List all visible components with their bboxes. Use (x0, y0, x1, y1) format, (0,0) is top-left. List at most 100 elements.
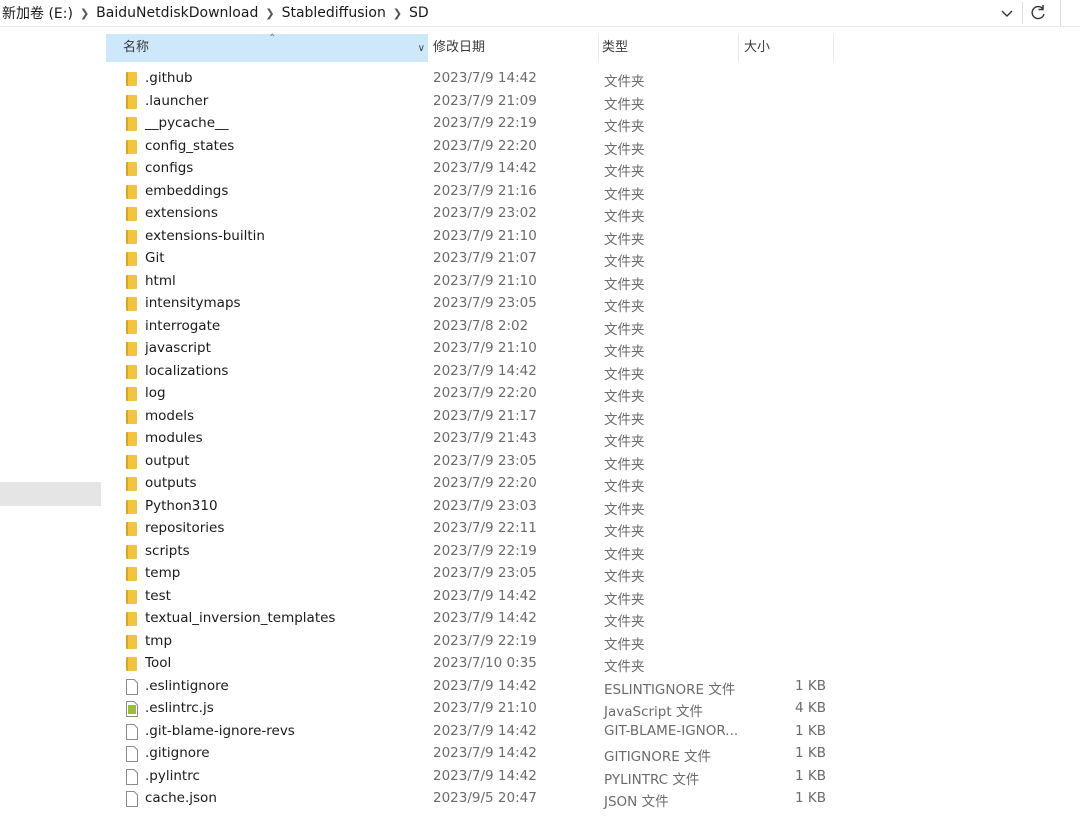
file-type: 文件夹 (604, 186, 645, 203)
file-row[interactable]: outputs 2023/7/9 22:20 文件夹 (104, 473, 844, 496)
file-name: config_states (145, 137, 235, 154)
folder-icon (126, 274, 137, 289)
file-name: repositories (145, 520, 225, 536)
file-row[interactable]: tmp 2023/7/9 22:19 文件夹 (104, 631, 844, 654)
folder-icon (126, 567, 137, 581)
file-type: PYLINTRC 文件 (604, 771, 700, 788)
file-type: GIT-BLAME-IGNOR... (604, 722, 739, 739)
refresh-icon[interactable] (1028, 3, 1048, 23)
file-row[interactable]: modules 2023/7/9 21:43 文件夹 (104, 428, 844, 451)
file-date-modified: 2023/7/9 14:42 (433, 160, 537, 176)
file-name: outputs (145, 475, 197, 491)
file-date-modified: 2023/7/9 14:42 (433, 362, 537, 379)
file-row[interactable]: log 2023/7/9 22:20 文件夹 (104, 383, 844, 406)
breadcrumb-item-drive[interactable]: 新加卷 (E:) (2, 6, 73, 22)
file-row[interactable]: models 2023/7/9 21:17 文件夹 (104, 406, 844, 429)
file-size: 1 KB (795, 722, 826, 739)
javascript-file-icon (126, 701, 138, 717)
search-box[interactable] (1060, 0, 1080, 26)
folder-icon (126, 252, 137, 266)
file-date-modified: 2023/7/10 0:35 (433, 655, 537, 671)
address-bar[interactable]: 新加卷 (E:) ❯ BaiduNetdiskDownload ❯ Stablediff… (0, 0, 1080, 27)
chevron-right-icon[interactable]: ❯ (393, 7, 402, 20)
file-date-modified: 2023/7/9 23:03 (433, 497, 537, 514)
file-name: .gitignore (145, 745, 210, 761)
file-date-modified: 2023/7/9 21:07 (433, 250, 537, 266)
file-name: __pycache__ (145, 115, 229, 131)
file-type: 文件夹 (604, 501, 645, 518)
file-name: Tool (145, 655, 172, 671)
file-row[interactable]: textual_inversion_templates 2023/7/9 14:4… (104, 608, 844, 631)
file-type: 文件夹 (604, 591, 645, 608)
folder-icon (126, 612, 137, 626)
column-header-date[interactable]: 修改日期 (432, 34, 593, 62)
folder-icon (126, 454, 137, 469)
file-row[interactable]: html 2023/7/9 21:10 文件夹 (104, 271, 844, 294)
file-name: .eslintrc.js (145, 700, 214, 716)
file-row[interactable]: .eslintignore 2023/7/9 14:42 ESLINTIGNORE … (104, 676, 844, 699)
file-date-modified: 2023/7/9 22:19 (433, 542, 537, 559)
column-divider[interactable] (598, 34, 599, 62)
file-row[interactable]: .launcher 2023/7/9 21:09 文件夹 (104, 91, 844, 114)
file-date-modified: 2023/7/9 23:05 (433, 295, 537, 311)
chevron-right-icon[interactable]: ❯ (265, 7, 274, 20)
file-row[interactable]: test 2023/7/9 14:42 文件夹 (104, 586, 844, 609)
column-header-name[interactable]: 名称 ⌃ ∨ (106, 33, 428, 63)
file-row[interactable]: javascript 2023/7/9 21:10 文件夹 (104, 338, 844, 361)
folder-icon (126, 364, 137, 379)
file-row[interactable]: .eslintrc.js 2023/7/9 21:10 JavaScript 文件 4… (104, 698, 844, 721)
file-row[interactable]: temp 2023/7/9 23:05 文件夹 (104, 563, 844, 586)
file-row[interactable]: .git-blame-ignore-revs 2023/7/9 14:42 GIT-… (104, 721, 844, 744)
file-icon (126, 678, 138, 695)
file-row[interactable]: Git 2023/7/9 21:07 文件夹 (104, 248, 844, 271)
file-type: 文件夹 (604, 479, 645, 495)
file-date-modified: 2023/7/9 21:17 (433, 407, 537, 424)
file-row[interactable]: output 2023/7/9 23:05 文件夹 (104, 451, 844, 474)
chevron-down-icon[interactable] (998, 4, 1016, 22)
file-date-modified: 2023/7/9 14:42 (433, 745, 537, 761)
file-type: 文件夹 (604, 299, 645, 315)
file-type: 文件夹 (604, 344, 645, 360)
file-date-modified: 2023/7/9 14:42 (433, 677, 537, 694)
file-row[interactable]: .pylintrc 2023/7/9 14:42 PYLINTRC 文件 1 KB (104, 766, 844, 789)
file-row[interactable]: repositories 2023/7/9 22:11 文件夹 (104, 518, 844, 541)
column-divider[interactable] (738, 34, 739, 62)
chevron-right-icon[interactable]: ❯ (80, 7, 89, 20)
nav-selected-item[interactable] (0, 482, 101, 506)
file-row[interactable]: embeddings 2023/7/9 21:16 文件夹 (104, 181, 844, 204)
file-row[interactable]: __pycache__ 2023/7/9 22:19 文件夹 (104, 113, 844, 136)
file-name: textual_inversion_templates (145, 610, 336, 626)
file-date-modified: 2023/7/9 21:10 (433, 272, 537, 289)
file-row[interactable]: Tool 2023/7/10 0:35 文件夹 (104, 653, 844, 676)
file-row[interactable]: config_states 2023/7/9 22:20 文件夹 (104, 136, 844, 159)
column-header-type[interactable]: 类型 (602, 34, 742, 62)
file-type: GITIGNORE 文件 (604, 749, 712, 765)
chevron-down-icon[interactable]: ∨ (418, 35, 425, 63)
breadcrumb-item-stablediffusion[interactable]: Stablediffusion (282, 5, 386, 21)
file-type: 文件夹 (604, 209, 645, 225)
breadcrumb-item-baidunetdiskdownload[interactable]: BaiduNetdiskDownload (96, 5, 258, 21)
navigation-pane[interactable] (0, 27, 104, 818)
column-divider[interactable] (833, 34, 834, 62)
folder-icon (126, 229, 137, 244)
file-type: 文件夹 (604, 366, 645, 383)
file-row[interactable]: Python310 2023/7/9 23:03 文件夹 (104, 496, 844, 519)
folder-icon (126, 184, 137, 199)
file-row[interactable]: .gitignore 2023/7/9 14:42 GITIGNORE 文件 1 KB (104, 743, 844, 766)
file-row[interactable]: .github 2023/7/9 14:42 文件夹 (104, 68, 844, 91)
file-row[interactable]: intensitymaps 2023/7/9 23:05 文件夹 (104, 293, 844, 316)
column-header-size[interactable]: 大小 (744, 34, 834, 62)
folder-icon (126, 634, 137, 649)
file-row[interactable]: extensions-builtin 2023/7/9 21:10 文件夹 (104, 226, 844, 249)
folder-icon (126, 94, 137, 109)
file-row[interactable]: extensions 2023/7/9 23:02 文件夹 (104, 203, 844, 226)
file-type: 文件夹 (604, 434, 645, 450)
file-row[interactable]: interrogate 2023/7/8 2:02 文件夹 (104, 316, 844, 339)
file-row[interactable]: cache.json 2023/9/5 20:47 JSON 文件 1 KB (104, 788, 844, 811)
file-type: 文件夹 (604, 141, 645, 158)
file-row[interactable]: configs 2023/7/9 14:42 文件夹 (104, 158, 844, 181)
file-row[interactable]: scripts 2023/7/9 22:19 文件夹 (104, 541, 844, 564)
file-type: 文件夹 (604, 636, 645, 653)
breadcrumb-item-sd[interactable]: SD (409, 5, 429, 21)
file-row[interactable]: localizations 2023/7/9 14:42 文件夹 (104, 361, 844, 384)
